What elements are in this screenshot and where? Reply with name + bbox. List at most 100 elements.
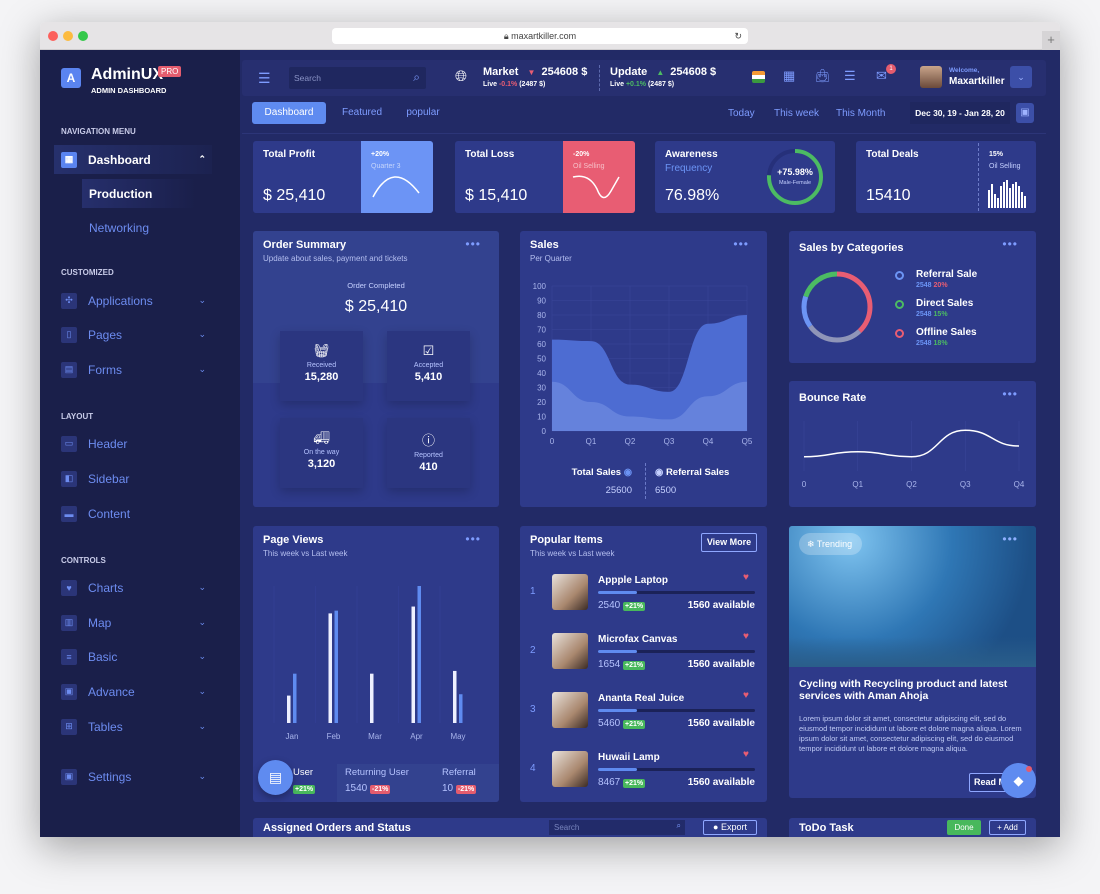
divider <box>978 143 979 211</box>
progress-bar <box>598 591 755 594</box>
more-options-icon[interactable]: ••• <box>1002 238 1018 250</box>
sidebar-item-charts[interactable]: ♥ Charts ⌄ <box>54 573 212 602</box>
sidebar-item-production[interactable]: Production <box>82 179 196 208</box>
apps-grid-icon[interactable]: ▦ <box>783 68 795 84</box>
new-tab-button[interactable]: + <box>1042 31 1060 50</box>
search-icon[interactable]: ⌕ <box>677 821 681 830</box>
view-more-button[interactable]: View More <box>701 533 757 552</box>
divider <box>599 65 600 91</box>
period-this-week[interactable]: This week <box>774 108 819 119</box>
period-this-month[interactable]: This Month <box>836 108 885 119</box>
calendar-icon: ▣ <box>61 683 77 700</box>
list-item[interactable]: 3 Ananta Real Juice ♥ 5460 +21% 1560 availab… <box>520 689 767 739</box>
chevron-down-icon[interactable]: ⌄ <box>198 364 206 375</box>
avatar[interactable] <box>920 66 942 88</box>
rank: 3 <box>530 704 536 715</box>
storage-icon[interactable]: ☰ <box>844 68 856 84</box>
heart-icon[interactable]: ♥ <box>743 631 749 642</box>
order-tile-accepted[interactable]: ☑ Accepted 5,410 <box>387 331 470 401</box>
period-today[interactable]: Today <box>728 108 755 119</box>
category-label: Offline Sales <box>916 327 977 338</box>
more-options-icon[interactable]: ••• <box>465 238 481 250</box>
list-item[interactable]: 2 Microfax Canvas ♥ 1654 +21% 1560 available <box>520 630 767 680</box>
availability: 1560 available <box>687 600 755 611</box>
sidebar-item-settings[interactable]: ▣ Settings ⌄ <box>54 762 212 791</box>
search-icon[interactable]: ⌕ <box>413 70 420 85</box>
sidebar-item-applications[interactable]: ✣ Applications ⌄ <box>54 286 212 315</box>
heart-icon[interactable]: ♥ <box>743 572 749 583</box>
heart-icon[interactable]: ♥ <box>743 690 749 701</box>
shopping-bag-icon[interactable]: 👜︎ <box>814 68 831 84</box>
more-options-icon[interactable]: ••• <box>733 238 749 250</box>
reload-icon[interactable]: ↻ <box>734 28 742 44</box>
chevron-down-icon[interactable]: ⌄ <box>198 721 206 732</box>
sidebar-item-sidebar[interactable]: ◧ Sidebar <box>54 464 212 493</box>
menu-icon[interactable]: ☰ <box>258 70 271 87</box>
date-range[interactable]: Dec 30, 19 - Jan 28, 20 <box>910 102 1010 124</box>
card-subtitle: Per Quarter <box>530 254 572 263</box>
bounce-rate-line-chart: 0 Q1 Q2 Q3 Q4 <box>802 421 1025 489</box>
sidebar-item-label: Forms <box>88 362 122 377</box>
x-tick-label: Q1 <box>852 480 863 489</box>
tab-featured[interactable]: Featured <box>328 102 396 124</box>
chevron-down-icon[interactable]: ⌄ <box>198 686 206 697</box>
sidebar-item-advance[interactable]: ▣ Advance ⌄ <box>54 677 212 706</box>
stat-percent: 15% <box>989 151 1004 158</box>
heart-icon[interactable]: ♥ <box>743 749 749 760</box>
sidebar-item-pages[interactable]: ▯ Pages ⌄ <box>54 320 212 349</box>
more-options-icon[interactable]: ••• <box>1002 388 1018 400</box>
update-ticker: Update ▲ 254608 $ <box>610 66 717 78</box>
chevron-down-icon[interactable]: ⌄ <box>198 651 206 662</box>
footer-value: 1540 -21% <box>345 783 391 794</box>
card-title: Assigned Orders and Status <box>263 822 411 834</box>
order-tile-received[interactable]: 🧺︎ Received 15,280 <box>280 331 363 401</box>
order-tile-reported[interactable]: ⓘ Reported 410 <box>387 418 470 488</box>
chevron-down-icon[interactable]: ⌄ <box>198 295 206 306</box>
user-menu-button[interactable]: ⌄ <box>1010 66 1032 88</box>
section-label: CONTROLS <box>61 556 106 565</box>
sidebar-item-basic[interactable]: ≡ Basic ⌄ <box>54 642 212 671</box>
maximize-window-button[interactable] <box>78 31 88 41</box>
change-badge: -21% <box>455 785 477 794</box>
stat-card-total-profit: Total Profit $ 25,410 +20% Quarter 3 <box>253 141 433 213</box>
add-task-button[interactable]: + Add <box>989 820 1026 835</box>
tab-popular[interactable]: popular <box>398 102 448 124</box>
sidebar-item-header[interactable]: ▭ Header <box>54 429 212 458</box>
sidebar-item-content[interactable]: ▬ Content <box>54 499 212 528</box>
flag-icon[interactable] <box>752 71 765 83</box>
address-bar[interactable]: 🔒︎ maxartkiller.com ↻ <box>332 28 748 44</box>
calendar-button[interactable]: ▣ <box>1016 103 1034 123</box>
section-label: NAVIGATION MENU <box>61 127 136 136</box>
chevron-down-icon[interactable]: ⌄ <box>198 582 206 593</box>
list-item[interactable]: 1 Appple Laptop ♥ 2540 +21% 1560 available <box>520 571 767 621</box>
product-name: Microfax Canvas <box>598 634 678 645</box>
close-window-button[interactable] <box>48 31 58 41</box>
sidebar-item-map[interactable]: ▥ Map ⌄ <box>54 608 212 637</box>
popular-items-card: Popular Items This week vs Last week Vie… <box>520 526 767 802</box>
legend-referral-sales: ◉ Referral Sales <box>655 467 730 478</box>
chevron-up-icon[interactable]: ⌃ <box>198 154 206 165</box>
done-button[interactable]: Done <box>947 820 981 835</box>
sidebar-item-dashboard[interactable]: ▦ Dashboard ⌃ <box>54 145 212 174</box>
list-item[interactable]: 4 Huwaii Lamp ♥ 8467 +21% 1560 available <box>520 748 767 798</box>
export-button[interactable]: ● Export <box>703 820 757 835</box>
orders-search-input[interactable]: Search ⌕ <box>549 820 685 835</box>
minimize-window-button[interactable] <box>63 31 73 41</box>
chat-button[interactable]: ▤ <box>258 760 293 795</box>
sparkline <box>372 176 420 198</box>
more-options-icon[interactable]: ••• <box>1002 533 1018 545</box>
mini-bar <box>1015 182 1017 208</box>
sidebar-item-networking[interactable]: Networking <box>82 213 196 242</box>
sidebar-item-forms[interactable]: ▤ Forms ⌄ <box>54 355 212 384</box>
x-tick-label: Q2 <box>906 480 917 489</box>
chevron-down-icon[interactable]: ⌄ <box>198 617 206 628</box>
chevron-down-icon[interactable]: ⌄ <box>198 329 206 340</box>
order-tile-on-the-way[interactable]: 🚚︎ On the way 3,120 <box>280 418 363 488</box>
chevron-down-icon[interactable]: ⌄ <box>198 771 206 782</box>
stat-title: Total Loss <box>465 149 515 160</box>
search-input[interactable]: Search ⌕ <box>289 67 426 89</box>
more-options-icon[interactable]: ••• <box>465 533 481 545</box>
tab-dashboard[interactable]: Dashboard <box>252 102 326 124</box>
sidebar-item-tables[interactable]: ⊞ Tables ⌄ <box>54 712 212 741</box>
snowflake-icon: ❄ <box>807 539 817 549</box>
